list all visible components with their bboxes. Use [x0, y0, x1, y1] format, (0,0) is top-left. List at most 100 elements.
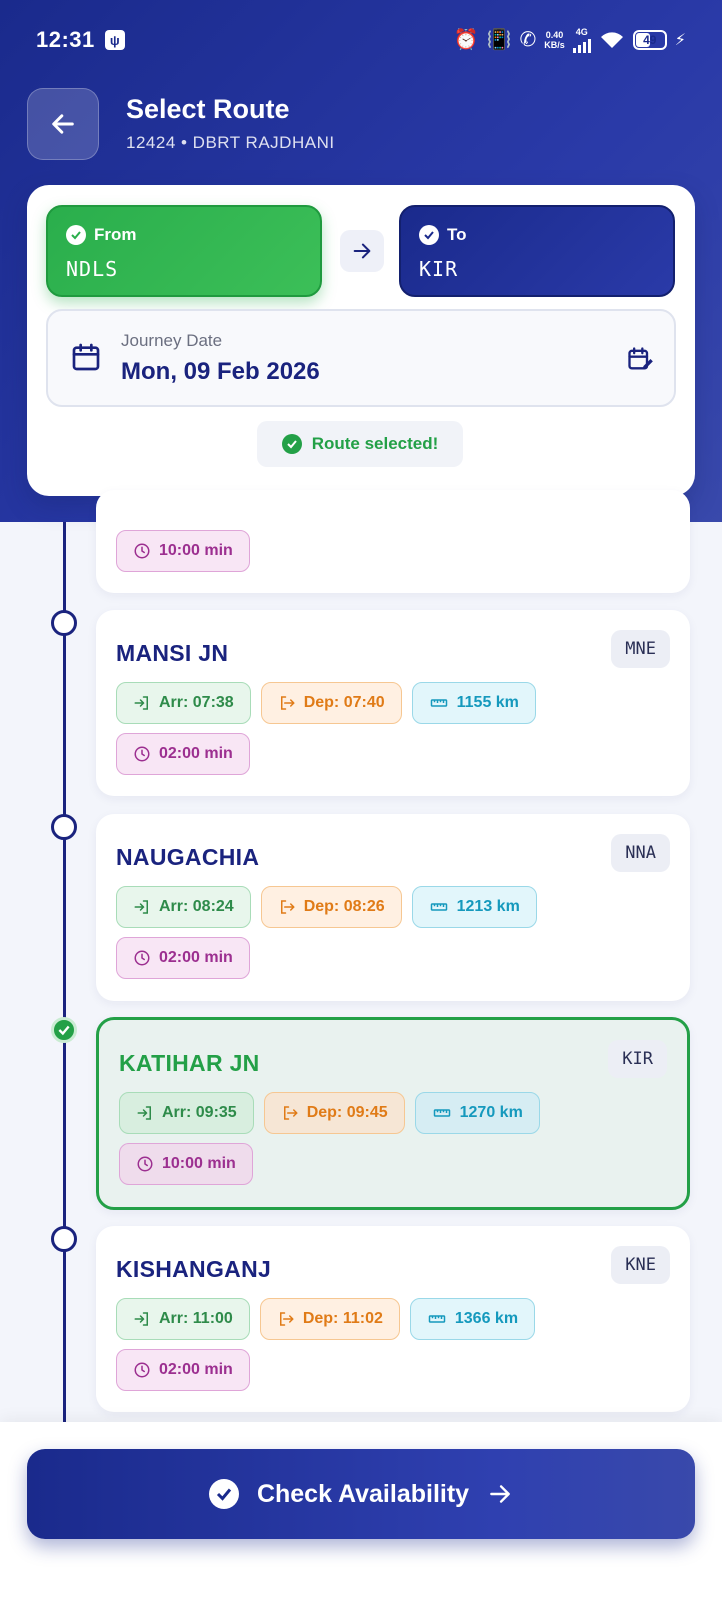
logout-arrow-icon	[279, 1312, 294, 1326]
net-speed-unit: KB/s	[544, 40, 565, 50]
stop-chips-row1: Arr: 11:00 Dep: 11:02 1366 km	[116, 1298, 536, 1340]
stop-card-katihar-selected[interactable]: KATIHAR JN KIR Arr: 09:35 Dep: 09:45 127…	[96, 1017, 690, 1210]
ruler-icon	[433, 1109, 450, 1117]
status-time: 12:31	[36, 27, 95, 52]
arrival-chip: Arr: 09:35	[119, 1092, 254, 1134]
status-icons: ⏰ 📳 ✆ 0.40 KB/s 4G 49 ⚡	[453, 26, 686, 53]
timeline-dot	[51, 814, 77, 840]
ruler-icon	[428, 1315, 446, 1323]
stop-card-kishanganj[interactable]: KISHANGANJ KNE Arr: 11:00 Dep: 11:02 136…	[96, 1226, 690, 1412]
net-speed: 0.40 KB/s	[544, 30, 565, 50]
route-card: From NDLS To KIR Journey Date Mon, 09 Fe…	[27, 185, 695, 496]
from-label: From	[94, 225, 137, 244]
train-subtitle: 12424 • DBRT RAJDHANI	[126, 133, 335, 152]
login-arrow-icon	[134, 696, 148, 710]
clock-icon	[134, 543, 150, 559]
stop-name: KISHANGANJ	[116, 1256, 272, 1282]
charging-icon: ⚡	[674, 32, 686, 49]
arrival-text: Arr: 07:38	[159, 694, 234, 711]
halt-chip: 02:00 min	[116, 733, 250, 775]
arrival-text: Arr: 08:24	[159, 898, 234, 915]
distance-chip: 1366 km	[409, 1298, 536, 1340]
stop-code-badge: KIR	[608, 1040, 667, 1078]
arrival-chip: Arr: 11:00	[116, 1298, 250, 1340]
halt-text: 02:00 min	[159, 949, 233, 966]
from-station-box[interactable]: From NDLS	[46, 205, 322, 297]
clock-icon	[134, 950, 150, 966]
stop-card-partial[interactable]: 10:00 min	[96, 490, 690, 593]
net-speed-value: 0.40	[545, 30, 564, 40]
departure-text: Dep: 08:26	[303, 898, 385, 915]
cell-signal: 4G	[572, 26, 591, 53]
ruler-icon	[430, 903, 447, 911]
halt-text: 02:00 min	[159, 745, 233, 762]
arrow-right-icon	[353, 243, 371, 259]
stop-name: KATIHAR JN	[119, 1050, 260, 1076]
distance-chip: 1155 km	[411, 682, 536, 724]
stop-chips-row2: 10:00 min	[116, 530, 250, 572]
check-circle-icon	[208, 1479, 239, 1509]
vibrate-icon: 📳	[486, 29, 512, 51]
halt-chip: 02:00 min	[116, 1349, 250, 1391]
stop-chips-row2: 02:00 min	[116, 733, 250, 775]
departure-text: Dep: 11:02	[302, 1310, 383, 1327]
check-availability-button[interactable]: Check Availability	[27, 1449, 695, 1539]
stop-chips-row1: Arr: 07:38 Dep: 07:40 1155 km	[116, 682, 536, 724]
timeline-line	[63, 522, 66, 1422]
distance-chip: 1270 km	[414, 1092, 540, 1134]
ruler-icon	[430, 699, 447, 707]
check-circle-icon	[419, 225, 439, 245]
battery-level: 49	[643, 33, 657, 47]
usb-debug-icon: ψ	[104, 30, 125, 50]
logout-arrow-icon	[280, 900, 295, 914]
route-arrow	[340, 230, 384, 272]
timeline-dot	[51, 610, 77, 636]
stop-card-naugachia[interactable]: NAUGACHIA NNA Arr: 08:24 Dep: 08:26 1213…	[96, 814, 690, 1001]
journey-date-value: Mon, 09 Feb 2026	[121, 358, 320, 385]
stop-chips-row1: Arr: 09:35 Dep: 09:45 1270 km	[119, 1092, 540, 1134]
departure-chip: Dep: 07:40	[260, 682, 402, 724]
alarm-icon: ⏰	[453, 29, 479, 51]
distance-text: 1213 km	[456, 898, 520, 915]
login-arrow-icon	[134, 900, 148, 914]
logout-arrow-icon	[280, 696, 295, 710]
arrival-chip: Arr: 08:24	[116, 886, 251, 928]
from-label-row: From	[66, 225, 137, 245]
arrival-text: Arr: 11:00	[159, 1310, 233, 1327]
battery-icon: 49	[632, 30, 667, 50]
halt-text: 10:00 min	[162, 1155, 236, 1172]
halt-text: 10:00 min	[159, 542, 233, 559]
arrival-chip: Arr: 07:38	[116, 682, 251, 724]
route-status-text: Route selected!	[311, 434, 439, 453]
to-station-box[interactable]: To KIR	[399, 205, 675, 297]
clock-icon	[134, 746, 150, 762]
check-circle-icon	[66, 225, 86, 245]
back-button[interactable]	[27, 88, 99, 160]
stop-chips-row2: 02:00 min	[116, 937, 250, 979]
check-availability-label: Check Availability	[256, 1479, 470, 1508]
timeline-dot-selected	[51, 1017, 77, 1043]
check-circle-icon	[281, 434, 302, 454]
calendar-edit-icon[interactable]	[626, 345, 654, 373]
distance-text: 1270 km	[459, 1104, 523, 1121]
calendar-icon	[72, 343, 100, 371]
departure-text: Dep: 09:45	[306, 1104, 388, 1121]
to-label: To	[447, 225, 467, 244]
network-type: 4G	[575, 26, 588, 37]
timeline-dot	[51, 1226, 77, 1252]
logout-arrow-icon	[283, 1106, 298, 1120]
signal-bars-icon	[572, 37, 591, 53]
stop-card-mansi[interactable]: MANSI JN MNE Arr: 07:38 Dep: 07:40 1155 …	[96, 610, 690, 796]
arrow-right-icon	[490, 1485, 510, 1503]
journey-date-field[interactable]: Journey Date Mon, 09 Feb 2026	[46, 309, 676, 407]
status-bar: 12:31 ψ ⏰ 📳 ✆ 0.40 KB/s 4G 49 ⚡	[0, 0, 722, 80]
stop-chips-row1: Arr: 08:24 Dep: 08:26 1213 km	[116, 886, 537, 928]
arrival-text: Arr: 09:35	[162, 1104, 237, 1121]
stop-chips-row2: 02:00 min	[116, 1349, 250, 1391]
page-title: Select Route	[126, 94, 290, 124]
stop-name: NAUGACHIA	[116, 844, 260, 870]
wifi-icon	[600, 32, 623, 48]
halt-chip: 10:00 min	[119, 1143, 253, 1185]
from-code: NDLS	[66, 257, 119, 281]
stop-code-badge: KNE	[611, 1246, 670, 1284]
